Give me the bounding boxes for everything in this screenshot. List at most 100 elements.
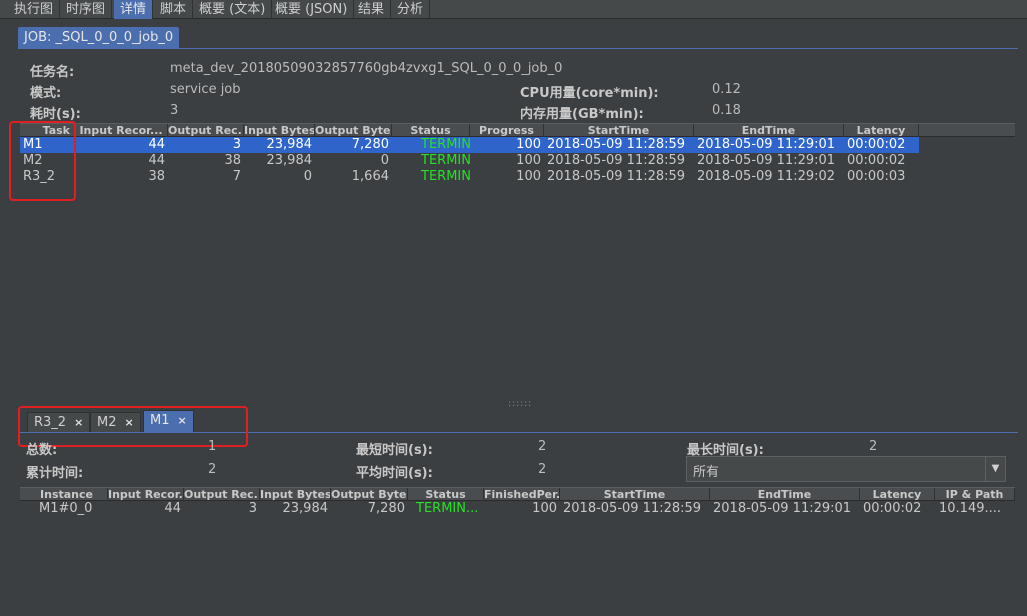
input-records-cell: 44 [148, 153, 165, 168]
output-records-cell: 7 [232, 169, 241, 184]
tab-details[interactable]: 详情 [114, 0, 154, 19]
col-input-bytes[interactable]: Input Bytes [260, 488, 331, 501]
col-output-records[interactable]: Output Rec... [184, 488, 260, 501]
col-start-time[interactable]: StartTime [560, 488, 710, 501]
end-time-cell: 2018-05-09 11:29:01 [697, 153, 836, 168]
col-instance[interactable]: Instance [20, 488, 108, 501]
tab-execution-graph[interactable]: 执行图 [8, 0, 61, 19]
col-progress[interactable]: Progress [470, 124, 544, 137]
latency-cell: 00:00:02 [863, 501, 922, 516]
max-time-value: 2 [869, 439, 878, 454]
instance-cell: M1#0_0 [39, 501, 93, 516]
col-status[interactable]: Status [392, 124, 470, 137]
input-bytes-cell: 23,984 [266, 153, 313, 168]
splitter-grip[interactable]: :::::: [508, 399, 532, 409]
close-icon[interactable]: × [74, 413, 83, 433]
bottom-tab-label: M1 [150, 413, 170, 428]
tab-summary-json[interactable]: 概要 (JSON) [269, 0, 355, 19]
instance-table-header: Instance Input Recor... Output Rec... In… [20, 487, 1015, 501]
close-icon[interactable]: × [125, 413, 134, 433]
output-bytes-cell: 1,664 [351, 169, 389, 184]
col-latency[interactable]: Latency [844, 124, 919, 137]
col-input-records[interactable]: Input Recor... [108, 488, 184, 501]
bottom-tab-label: R3_2 [34, 415, 67, 430]
total-value: 1 [208, 439, 217, 454]
task-table-header: Task Input Recor... Output Rec... Input … [20, 123, 1015, 137]
filter-selected-value: 所有 [693, 465, 720, 480]
col-input-records[interactable]: Input Recor... [75, 124, 168, 137]
col-task[interactable]: Task [20, 124, 75, 137]
bottom-tab-m2[interactable]: M2 × [90, 412, 141, 432]
task-name-value: meta_dev_20180509032857760gb4zvxg1_SQL_0… [170, 61, 563, 76]
table-row[interactable]: M2 44 38 23,984 0 TERMIN... 100 2018-05-09 11:2… [20, 153, 1015, 169]
start-time-cell: 2018-05-09 11:28:59 [563, 501, 702, 516]
status-cell: TERMIN... [421, 169, 470, 184]
table-row[interactable]: M1 44 3 23,984 7,280 TERMIN... 100 2018-05-09 1… [20, 137, 919, 153]
tab-script[interactable]: 脚本 [154, 0, 194, 19]
cumulative-time-value: 2 [208, 462, 217, 477]
tab-analysis[interactable]: 分析 [391, 0, 431, 19]
input-bytes-cell: 0 [303, 169, 312, 184]
job-tab-strip: JOB: _SQL_0_0_0_job_0 [18, 27, 1018, 49]
job-tab[interactable]: JOB: _SQL_0_0_0_job_0 [18, 27, 180, 49]
duration-value: 3 [170, 103, 179, 118]
col-latency[interactable]: Latency [860, 488, 935, 501]
avg-time-label: 平均时间(s): [356, 466, 433, 481]
close-icon[interactable]: × [178, 411, 187, 431]
instance-filter-select[interactable]: 所有 ▼ [686, 456, 1006, 482]
cpu-usage-label: CPU用量(core*min): [520, 86, 659, 101]
col-output-bytes[interactable]: Output Bytes [315, 124, 392, 137]
min-time-value: 2 [538, 439, 547, 454]
end-time-cell: 2018-05-09 11:29:01 [713, 501, 852, 516]
start-time-cell: 2018-05-09 11:28:59 [547, 153, 686, 168]
task-name-cell: M1 [23, 137, 43, 152]
tab-timeline[interactable]: 时序图 [60, 0, 113, 19]
tab-results[interactable]: 结果 [352, 0, 392, 19]
end-time-cell: 2018-05-09 11:29:02 [697, 169, 836, 184]
table-row[interactable]: R3_2 38 7 0 1,664 TERMIN... 100 2018-05-09 11:2… [20, 169, 1015, 185]
latency-cell: 00:00:03 [847, 169, 906, 184]
mode-label: 模式: [30, 86, 62, 101]
col-end-time[interactable]: EndTime [710, 488, 860, 501]
col-output-records[interactable]: Output Rec... [168, 124, 244, 137]
status-cell: TERMIN... [416, 501, 479, 516]
col-ip-path[interactable]: IP & Path [935, 488, 1015, 501]
col-end-time[interactable]: EndTime [694, 124, 844, 137]
col-finished-percent[interactable]: FinishedPer... [484, 488, 560, 501]
table-row[interactable]: M1#0_0 44 3 23,984 7,280 TERMIN... 100 2018-05-… [20, 501, 1015, 517]
bottom-tab-m1[interactable]: M1 × [143, 410, 194, 432]
tab-summary-text[interactable]: 概要 (文本) [193, 0, 273, 19]
chevron-down-icon[interactable]: ▼ [985, 457, 1005, 481]
total-label: 总数: [26, 443, 58, 458]
output-records-cell: 38 [224, 153, 241, 168]
start-time-cell: 2018-05-09 11:28:59 [547, 169, 686, 184]
col-start-time[interactable]: StartTime [544, 124, 694, 137]
duration-label: 耗时(s): [30, 107, 81, 122]
status-cell: TERMIN... [421, 137, 470, 152]
finished-percent-cell: 100 [532, 501, 557, 516]
min-time-label: 最短时间(s): [356, 443, 433, 458]
top-tab-bar: 执行图 时序图 详情 脚本 概要 (文本) 概要 (JSON) 结果 分析 [0, 0, 1027, 19]
progress-cell: 100 [516, 137, 541, 152]
mode-value: service job [170, 82, 241, 97]
bottom-tab-r3-2[interactable]: R3_2 × [27, 412, 91, 433]
bottom-tab-underline [18, 432, 1018, 433]
progress-cell: 100 [516, 169, 541, 184]
col-status[interactable]: Status [408, 488, 484, 501]
status-cell: TERMIN... [421, 153, 470, 168]
bottom-tab-label: M2 [97, 415, 117, 430]
input-records-cell: 44 [164, 501, 181, 516]
task-name-label: 任务名: [30, 65, 75, 80]
input-records-cell: 38 [148, 169, 165, 184]
col-input-bytes[interactable]: Input Bytes [244, 124, 315, 137]
input-records-cell: 44 [148, 137, 165, 152]
task-name-cell: M2 [23, 153, 43, 168]
output-records-cell: 3 [232, 137, 241, 152]
task-name-cell: R3_2 [23, 169, 56, 184]
output-bytes-cell: 7,280 [367, 501, 405, 516]
input-bytes-cell: 23,984 [282, 501, 329, 516]
col-output-bytes[interactable]: Output Bytes [331, 488, 408, 501]
cpu-usage-value: 0.12 [712, 82, 741, 97]
memory-usage-value: 0.18 [712, 103, 741, 118]
avg-time-value: 2 [538, 462, 547, 477]
